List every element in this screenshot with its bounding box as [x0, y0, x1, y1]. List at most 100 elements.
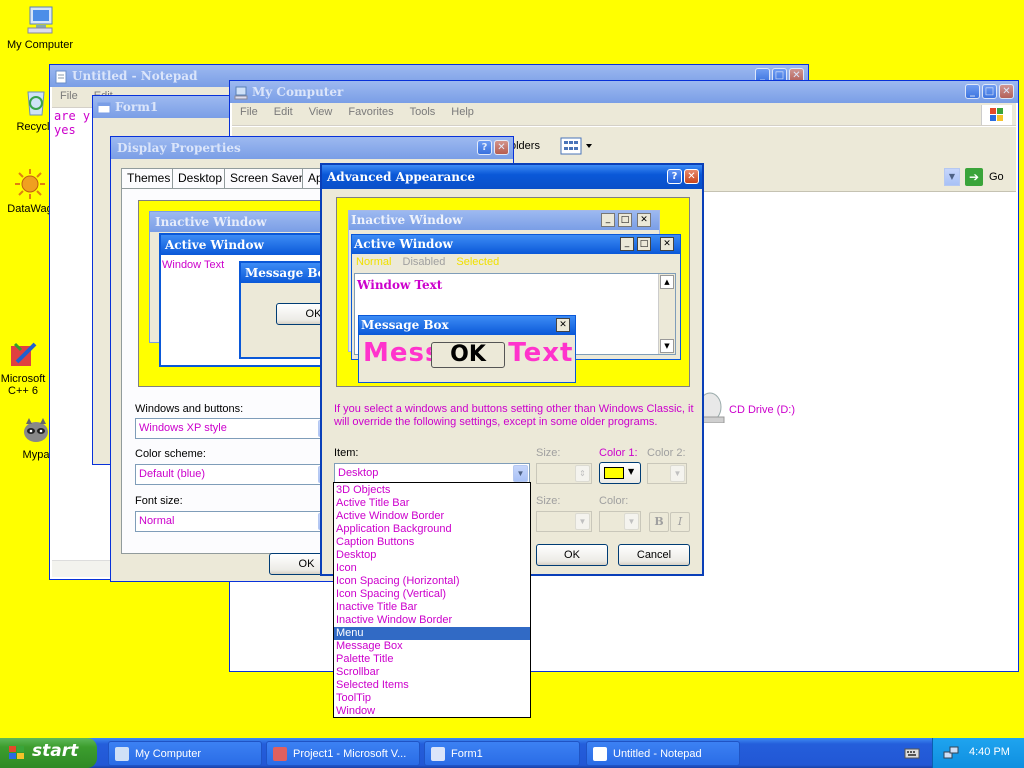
font-color-picker[interactable]: ▼ [599, 511, 641, 532]
desktop-icon-label: My Computer [6, 39, 74, 51]
notepad-text-area[interactable]: are y yes [54, 109, 90, 137]
views-icon[interactable] [560, 136, 594, 156]
dropdown-option[interactable]: Active Window Border [334, 510, 530, 523]
minimize-icon: _ [620, 237, 634, 251]
adv-preview-msgbox-title: Message Box [361, 318, 449, 332]
color2-picker-button[interactable]: ▼ [647, 463, 687, 484]
taskbar-item-label: Form1 [451, 748, 483, 760]
system-tray: 4:40 PM [932, 738, 1024, 768]
size-spinner[interactable]: ⇕ [536, 463, 592, 484]
windows-buttons-value: Windows XP style [139, 422, 227, 434]
font-size-select[interactable]: Normal ▼ [135, 511, 335, 532]
go-button[interactable]: ➔ Go [965, 168, 1009, 188]
form1-title-bar[interactable]: Form1 [93, 96, 241, 118]
dropdown-option[interactable]: Window [334, 705, 530, 718]
taskbar-item-notepad[interactable]: Untitled - Notepad [586, 741, 740, 766]
help-button[interactable]: ? [667, 169, 682, 184]
maximize-button[interactable]: □ [982, 84, 997, 99]
dropdown-option[interactable]: ToolTip [334, 692, 530, 705]
form-icon [431, 747, 445, 761]
go-label: Go [989, 171, 1004, 183]
bold-button[interactable]: B [649, 512, 669, 532]
adv-preview-window-text: Window Text [357, 278, 443, 292]
help-button[interactable]: ? [477, 140, 492, 155]
menu-help[interactable]: Help [443, 103, 482, 121]
menu-tools[interactable]: Tools [402, 103, 444, 121]
ok-button[interactable]: OK [536, 544, 608, 566]
dropdown-option[interactable]: Inactive Window Border [334, 614, 530, 627]
minimize-icon: _ [601, 213, 615, 227]
item-list: 3D Objects Active Title Bar Active Window … [334, 484, 530, 718]
dropdown-option[interactable]: Palette Title [334, 653, 530, 666]
msvc-icon [273, 747, 287, 761]
dropdown-option[interactable]: Active Title Bar [334, 497, 530, 510]
maximize-icon: □ [618, 213, 632, 227]
desktop-icon-msvc[interactable]: Microsoft C++ 6 [0, 338, 56, 397]
color-scheme-select[interactable]: Default (blue) ▼ [135, 464, 335, 485]
address-dropdown-button[interactable]: ▼ [944, 168, 960, 186]
folders-button[interactable]: olders [510, 140, 540, 152]
dropdown-option[interactable]: Icon [334, 562, 530, 575]
adv-preview-active-title: Active Window [354, 237, 453, 251]
desktop-icon-label: DataWag [7, 203, 53, 215]
tab-themes[interactable]: Themes [121, 168, 177, 188]
spinner-icon: ⇕ [575, 465, 590, 482]
menu-file[interactable]: File [52, 87, 86, 105]
adv-preview-ok-button: OK [431, 342, 505, 368]
italic-button[interactable]: I [670, 512, 690, 532]
notepad-hscrollbar[interactable] [52, 560, 112, 577]
desktop-icon-my-computer[interactable]: My Computer [0, 4, 80, 51]
notepad-icon [54, 69, 68, 84]
menu-view[interactable]: View [301, 103, 341, 121]
preview-menu-normal: Normal [356, 256, 392, 268]
my-computer-title-bar[interactable]: My Computer _ □ ✕ [230, 81, 1018, 103]
menu-favorites[interactable]: Favorites [340, 103, 401, 121]
computer-icon [234, 85, 248, 100]
item-dropdown-list[interactable]: 3D Objects Active Title Bar Active Window … [333, 482, 531, 718]
taskbar-item-my-computer[interactable]: My Computer [108, 741, 262, 766]
cd-drive-item[interactable]: CD Drive (D:) [698, 387, 820, 424]
dropdown-option[interactable]: Icon Spacing (Horizontal) [334, 575, 530, 588]
dropdown-option[interactable]: 3D Objects [334, 484, 530, 497]
dropdown-option[interactable]: Icon Spacing (Vertical) [334, 588, 530, 601]
dropdown-option[interactable]: Scrollbar [334, 666, 530, 679]
advanced-appearance-title-bar[interactable]: Advanced Appearance ? ✕ [322, 165, 702, 189]
item-value: Desktop [338, 467, 379, 479]
network-icon[interactable] [943, 745, 959, 761]
dropdown-option[interactable]: Desktop [334, 549, 530, 562]
tab-desktop[interactable]: Desktop [172, 168, 229, 188]
windows-buttons-select[interactable]: Windows XP style ▼ [135, 418, 335, 439]
menu-file[interactable]: File [232, 103, 266, 121]
adv-preview-inactive-title: Inactive Window [351, 213, 463, 227]
notepad-line: are y [54, 109, 91, 123]
dropdown-option[interactable]: Caption Buttons [334, 536, 530, 549]
cancel-button[interactable]: Cancel [618, 544, 690, 566]
close-button[interactable]: ✕ [999, 84, 1014, 99]
color1-label: Color 1: [599, 447, 638, 459]
clock[interactable]: 4:40 PM [969, 746, 1010, 758]
info-text: If you select a windows and buttons sett… [334, 403, 694, 428]
taskbar-item-form1[interactable]: Form1 [424, 741, 580, 766]
color-scheme-value: Default (blue) [139, 468, 206, 480]
tab-screen-saver[interactable]: Screen Saver [224, 168, 309, 188]
dropdown-option[interactable]: Application Background [334, 523, 530, 536]
close-button[interactable]: ✕ [494, 140, 509, 155]
start-button[interactable]: start [0, 738, 97, 768]
taskbar-item-project1[interactable]: Project1 - Microsoft V... [266, 741, 420, 766]
display-properties-title-bar[interactable]: Display Properties ? ✕ [111, 137, 513, 159]
item-select[interactable]: Desktop ▼ [334, 463, 530, 484]
close-button[interactable]: ✕ [684, 169, 699, 184]
advanced-preview: Inactive Window _ □ ✕ Active Window _ □ … [336, 197, 690, 387]
dropdown-option[interactable]: Menu [334, 627, 530, 640]
dropdown-option[interactable]: Selected Items [334, 679, 530, 692]
minimize-button[interactable]: _ [965, 84, 980, 99]
desktop-icon-label: Microsoft C++ 6 [0, 373, 46, 397]
font-size-value: Normal [139, 515, 175, 527]
dropdown-option[interactable]: Inactive Title Bar [334, 601, 530, 614]
dropdown-option[interactable]: Message Box [334, 640, 530, 653]
keyboard-icon[interactable] [904, 745, 920, 761]
font-size-select[interactable]: ▼ [536, 511, 592, 532]
menu-edit[interactable]: Edit [266, 103, 301, 121]
color1-picker-button[interactable]: ▼ [599, 462, 641, 484]
adv-preview-scrollbar: ▲ ▼ [658, 274, 675, 354]
